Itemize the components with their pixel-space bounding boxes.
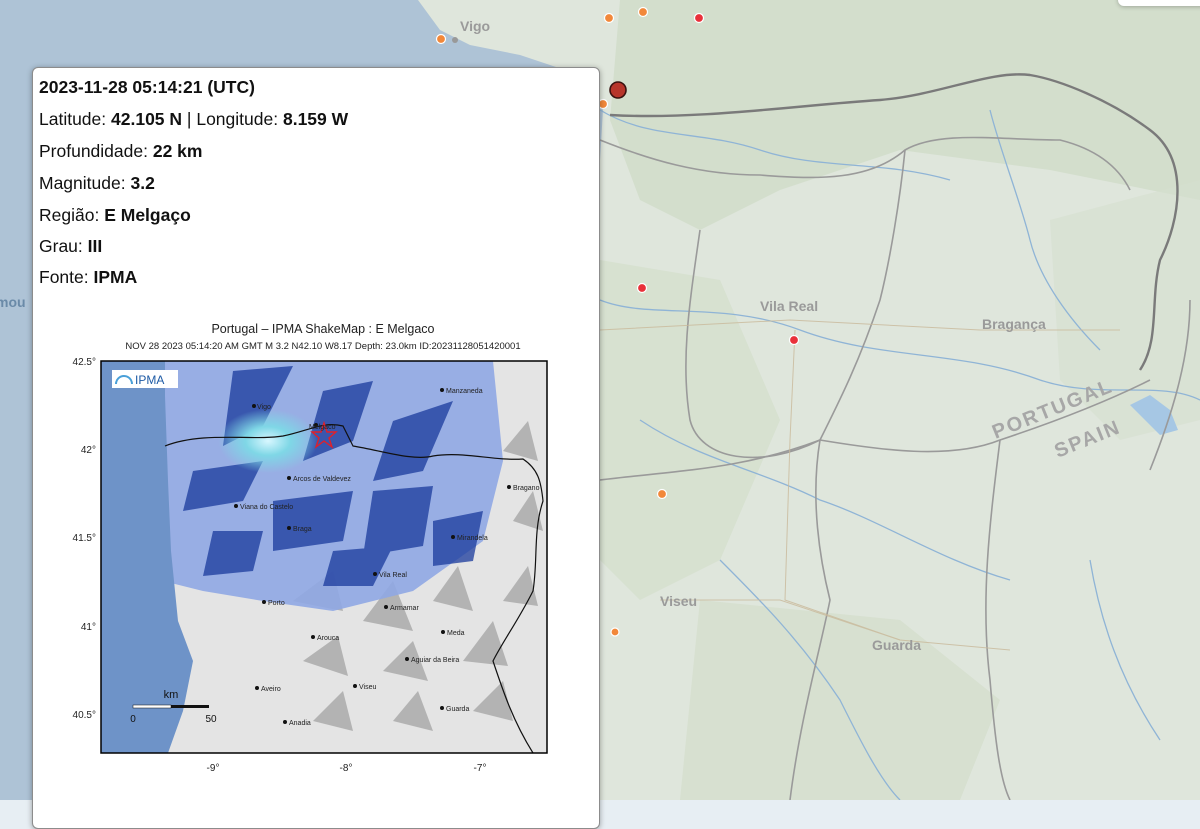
y-tick-label: 42.5°	[73, 357, 96, 368]
y-tick-label: 40.5°	[73, 710, 96, 721]
latitude-value: 42.105 N	[111, 109, 183, 129]
city-label-vigo: Vigo	[460, 18, 490, 34]
scale-bar-segment	[132, 704, 172, 709]
popup-region: Região: E Melgaço	[39, 205, 191, 226]
place-dot	[353, 684, 357, 688]
place-dot	[384, 605, 388, 609]
shakemap-title: Portugal – IPMA ShakeMap : E Melgaco	[211, 322, 434, 336]
depth-value: 22 km	[152, 141, 203, 161]
edge-label: mou	[0, 294, 26, 310]
x-tick-label: -9°	[207, 763, 220, 774]
popup-magnitude: Magnitude: 3.2	[39, 173, 155, 194]
region-label: Região:	[39, 205, 100, 225]
datetime-value: 2023-11-28 05:14:21 (UTC)	[39, 77, 255, 97]
place-dot	[440, 388, 444, 392]
grade-label: Grau:	[39, 236, 83, 256]
place-label: Aveiro	[261, 686, 281, 693]
selected-earthquake-marker[interactable]	[609, 81, 627, 99]
city-dot-vigo	[452, 37, 458, 43]
place-label: Manzaneda	[446, 388, 483, 395]
popup-coordinates: Latitude: 42.105 N | Longitude: 8.159 W	[39, 109, 348, 130]
place-label: Anadia	[289, 720, 311, 727]
place-label: Guarda	[446, 706, 469, 713]
earthquake-marker-red[interactable]	[693, 12, 705, 24]
place-dot	[234, 504, 238, 508]
y-tick-label: 41.5°	[73, 533, 96, 544]
place-label: Porto	[268, 600, 285, 607]
place-label: Melgaco	[309, 424, 336, 431]
place-dot	[440, 706, 444, 710]
grade-value: III	[87, 236, 103, 256]
place-label: Mirandela	[457, 535, 488, 542]
shakemap-subtitle: NOV 28 2023 05:14:20 AM GMT M 3.2 N42.10…	[125, 341, 520, 352]
place-dot	[262, 600, 266, 604]
place-label: Vigo	[257, 404, 271, 411]
place-dot	[507, 485, 511, 489]
earthquake-marker-orange[interactable]	[610, 627, 620, 637]
coordinate-separator: |	[186, 109, 192, 129]
earthquake-marker-orange[interactable]	[603, 12, 615, 24]
city-label-vila-real: Vila Real	[760, 298, 818, 314]
depth-label: Profundidade:	[39, 141, 148, 161]
earthquake-popup: 2023-11-28 05:14:21 (UTC) Latitude: 42.1…	[32, 67, 600, 829]
place-label: Meda	[447, 630, 465, 637]
earthquake-marker-orange[interactable]	[637, 6, 649, 18]
place-dot	[405, 657, 409, 661]
y-tick-label: 41°	[81, 622, 96, 633]
popup-source: Fonte: IPMA	[39, 267, 137, 288]
place-dot	[252, 404, 256, 408]
place-label: Arouca	[317, 635, 339, 642]
place-dot	[287, 526, 291, 530]
place-dot	[451, 535, 455, 539]
popup-depth: Profundidade: 22 km	[39, 141, 202, 162]
place-dot	[287, 476, 291, 480]
place-label: Arcos de Valdevez	[293, 476, 351, 483]
longitude-label: Longitude:	[196, 109, 279, 129]
place-dot	[255, 686, 259, 690]
place-dot	[283, 720, 287, 724]
longitude-value: 8.159 W	[282, 109, 349, 129]
city-label-viseu: Viseu	[660, 593, 697, 609]
ipma-logo-text: IPMA	[135, 373, 164, 387]
earthquake-marker-red[interactable]	[788, 334, 800, 346]
place-dot	[311, 635, 315, 639]
place-label: Armamar	[390, 605, 419, 612]
earthquake-marker-orange[interactable]	[656, 488, 668, 500]
popup-datetime: 2023-11-28 05:14:21 (UTC)	[39, 77, 255, 98]
city-label-braganca: Bragança	[982, 316, 1046, 332]
latitude-label: Latitude:	[39, 109, 107, 129]
place-label: Bragano	[513, 485, 540, 492]
magnitude-label: Magnitude:	[39, 173, 126, 193]
x-tick-label: -8°	[340, 763, 353, 774]
shakemap-image: Portugal – IPMA ShakeMap : E Melgaco NOV…	[73, 322, 548, 774]
x-tick-label: -7°	[474, 763, 487, 774]
scale-max: 50	[205, 714, 217, 725]
y-tick-label: 42°	[81, 445, 96, 456]
magnitude-value: 3.2	[130, 173, 155, 193]
place-dot	[373, 572, 377, 576]
source-value: IPMA	[93, 267, 138, 287]
place-label: Braga	[293, 526, 312, 533]
scale-min: 0	[130, 714, 136, 725]
place-label: Vila Real	[379, 572, 407, 579]
shake-hotspot	[218, 409, 318, 473]
earthquake-marker-red[interactable]	[636, 282, 648, 294]
place-dot	[441, 630, 445, 634]
map-control-panel[interactable]	[1118, 0, 1200, 6]
scale-label: km	[164, 689, 179, 701]
popup-grade: Grau: III	[39, 236, 102, 257]
region-value: E Melgaço	[104, 205, 191, 225]
city-label-guarda: Guarda	[872, 637, 921, 653]
place-label: Aguiar da Beira	[411, 657, 459, 664]
earthquake-marker-orange[interactable]	[435, 33, 447, 45]
place-label: Viana do Castelo	[240, 504, 293, 511]
source-label: Fonte:	[39, 267, 89, 287]
place-label: Viseu	[359, 684, 376, 691]
